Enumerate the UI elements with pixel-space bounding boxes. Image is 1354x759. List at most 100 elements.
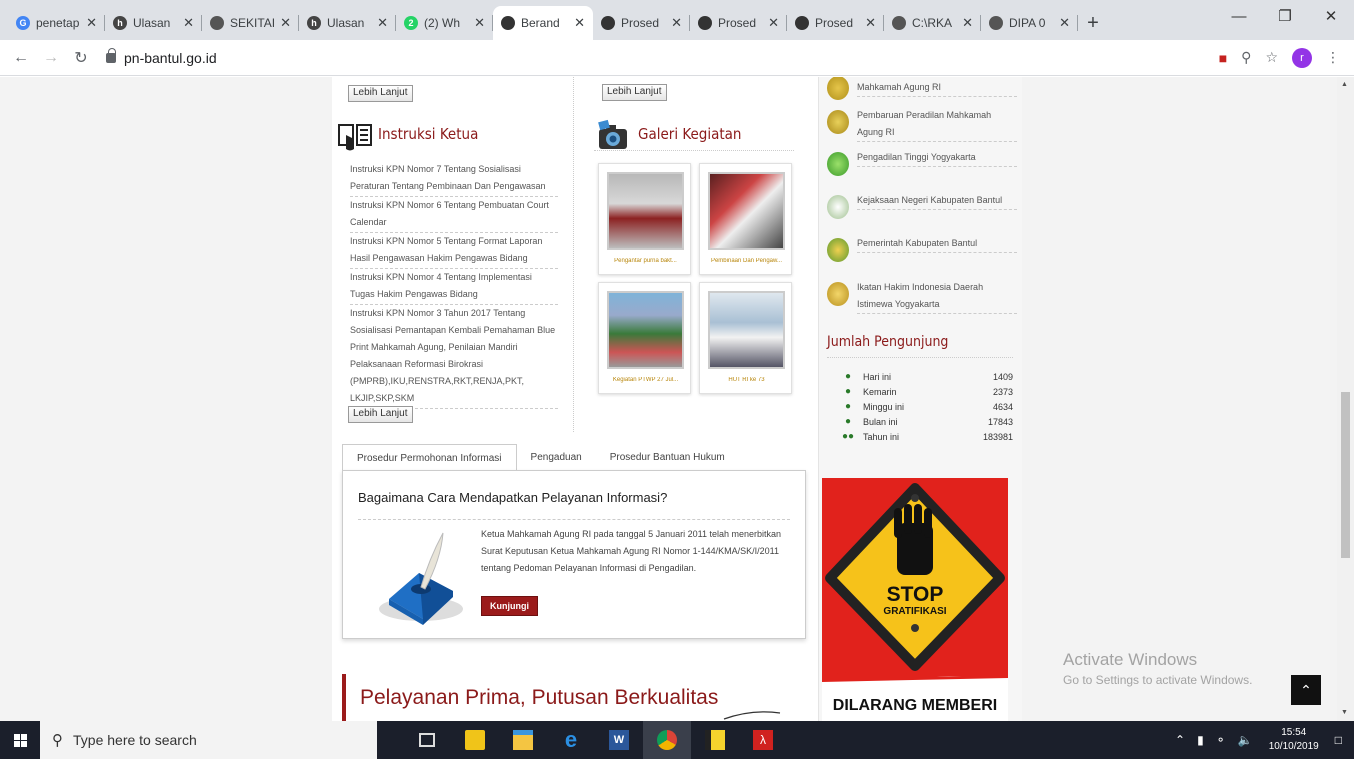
instruksi-item[interactable]: Instruksi KPN Nomor 6 Tentang Pembuatan … — [350, 197, 558, 233]
panel-separator — [358, 519, 790, 520]
browser-tab[interactable]: Gpenetap ✕ — [8, 6, 105, 40]
instruksi-item[interactable]: Instruksi KPN Nomor 7 Tentang Sosialisas… — [350, 161, 558, 197]
edge-icon[interactable]: e — [547, 721, 595, 759]
scroll-down-icon[interactable]: ▼ — [1341, 709, 1348, 716]
gallery-caption: HUT RI ke 73 — [728, 377, 765, 383]
gallery-item[interactable]: Pembinaan Dan Pengaw... — [699, 163, 792, 275]
link-kejaksaan[interactable]: Kejaksaan Negeri Kabupaten Bantul — [827, 192, 1017, 219]
scrollbar-thumb[interactable] — [1341, 392, 1350, 558]
link-pengadilan-tinggi[interactable]: Pengadilan Tinggi Yogyakarta — [827, 149, 1017, 176]
link-mahkamah-agung[interactable]: Mahkamah Agung RI — [827, 77, 1017, 100]
person-icon: ● — [844, 371, 852, 382]
extension-icon[interactable]: ■ — [1219, 50, 1227, 66]
close-icon[interactable]: ✕ — [1308, 0, 1354, 32]
menu-kebab-icon[interactable]: ⋮ — [1326, 49, 1340, 66]
acrobat-icon[interactable]: λ — [739, 721, 787, 759]
more-button-top-left[interactable]: Lebih Lanjut — [348, 85, 413, 102]
tab-bantuan-hukum[interactable]: Prosedur Bantuan Hukum — [596, 444, 739, 471]
store-icon[interactable] — [451, 721, 499, 759]
taskbar-search[interactable]: ⚲ Type here to search — [40, 721, 377, 759]
browser-tab[interactable]: DIPA 0 ✕ — [981, 6, 1078, 40]
favicon-icon — [601, 16, 615, 30]
favicon-icon: G — [16, 16, 30, 30]
tab-close-icon[interactable]: ✕ — [768, 15, 779, 31]
reload-icon[interactable]: ↻ — [66, 43, 96, 73]
link-pembaruan-peradilan[interactable]: Pembaruan Peradilan Mahkamah Agung RI — [827, 107, 1017, 142]
tab-close-icon[interactable]: ✕ — [962, 15, 973, 31]
taskbar-clock[interactable]: 15:54 10/10/2019 — [1269, 726, 1319, 754]
gallery-item[interactable]: Kegiatan PTWP 27 Jul... — [598, 282, 691, 394]
column-divider — [573, 77, 574, 432]
tab-label: Berand — [521, 16, 560, 30]
minimize-icon[interactable]: — — [1216, 0, 1262, 32]
volume-icon[interactable]: 🔈 — [1238, 733, 1253, 747]
window-controls: — ❐ ✕ — [1216, 0, 1354, 32]
banner-gratifikasi-text: GRATIFIKASI — [883, 606, 946, 617]
browser-tab[interactable]: Prosed ✕ — [593, 6, 690, 40]
tab-close-icon[interactable]: ✕ — [377, 15, 388, 31]
more-button-top-right[interactable]: Lebih Lanjut — [602, 84, 667, 101]
zoom-icon[interactable]: ⚲ — [1241, 49, 1251, 66]
sticky-notes-icon[interactable] — [691, 721, 739, 759]
restore-icon[interactable]: ❐ — [1262, 0, 1308, 32]
visitor-row: ● Hari ini 1409 — [837, 369, 1013, 384]
instruksi-item[interactable]: Instruksi KPN Nomor 4 Tentang Implementa… — [350, 269, 558, 305]
instruksi-title: Instruksi Ketua — [378, 125, 479, 143]
tab-close-icon[interactable]: ✕ — [86, 15, 97, 31]
profile-avatar[interactable]: r — [1292, 47, 1312, 68]
link-ikahi[interactable]: Ikatan Hakim Indonesia Daerah Istimewa Y… — [827, 279, 1017, 314]
tab-close-icon[interactable]: ✕ — [671, 15, 682, 31]
seal-icon — [827, 195, 849, 219]
back-icon[interactable]: ← — [6, 43, 36, 73]
tab-close-icon[interactable]: ✕ — [1059, 15, 1070, 31]
gallery-item[interactable]: HUT RI ke 73 — [699, 282, 792, 394]
word-icon[interactable]: W — [595, 721, 643, 759]
notifications-icon[interactable]: □ — [1335, 733, 1342, 747]
stop-gratifikasi-banner[interactable]: STOP GRATIFIKASI DILARANG MEMBERI — [822, 478, 1008, 721]
visit-button[interactable]: Kunjungi — [481, 596, 538, 616]
chrome-icon[interactable] — [643, 721, 691, 759]
browser-tab-strip: Gpenetap ✕ h Ulasan ✕ SEKITAI ✕ h Ulasan ✕ 2 (2) Wh… — [0, 0, 1354, 40]
back-to-top-button[interactable]: ⌃ — [1291, 675, 1321, 705]
tab-close-icon[interactable]: ✕ — [280, 15, 291, 31]
task-view-icon[interactable] — [403, 721, 451, 759]
scroll-up-icon[interactable]: ▲ — [1341, 81, 1348, 88]
browser-tab[interactable]: 2 (2) Wh ✕ — [396, 6, 493, 40]
tray-chevron-icon[interactable]: ⌃ — [1175, 733, 1185, 747]
gallery-photo — [607, 291, 684, 369]
tab-close-icon[interactable]: ✕ — [574, 15, 585, 31]
tab-label: Ulasan — [327, 16, 365, 30]
pengunjung-title: Jumlah Pengunjung — [827, 334, 949, 350]
tab-close-icon[interactable]: ✕ — [865, 15, 876, 31]
more-button-instruksi[interactable]: Lebih Lanjut — [348, 406, 413, 423]
bookmark-star-icon[interactable]: ☆ — [1265, 49, 1278, 66]
tab-close-icon[interactable]: ✕ — [183, 15, 194, 31]
tab-label: SEKITAI — [230, 16, 276, 30]
forward-icon[interactable]: → — [36, 43, 66, 73]
instruksi-item[interactable]: Instruksi KPN Nomor 5 Tentang Format Lap… — [350, 233, 558, 269]
page-scrollbar[interactable]: ▲ ▼ — [1337, 77, 1354, 721]
new-tab-button[interactable]: + — [1078, 6, 1108, 40]
browser-tab[interactable]: C:\RKA ✕ — [884, 6, 981, 40]
browser-tab[interactable]: Berand ✕ — [493, 6, 593, 40]
tab-pengaduan[interactable]: Pengaduan — [517, 444, 596, 471]
browser-tab[interactable]: SEKITAI ✕ — [202, 6, 299, 40]
browser-tab[interactable]: h Ulasan ✕ — [299, 6, 396, 40]
file-explorer-icon[interactable] — [499, 721, 547, 759]
battery-icon[interactable]: ▮ — [1197, 733, 1204, 747]
url-text[interactable]: pn-bantul.go.id — [124, 50, 217, 66]
browser-tab[interactable]: Prosed ✕ — [787, 6, 884, 40]
tab-close-icon[interactable]: ✕ — [474, 15, 485, 31]
stop-sign-graphic: STOP GRATIFIKASI DILARANG MEMBERI — [822, 483, 1008, 721]
browser-tab[interactable]: Prosed ✕ — [690, 6, 787, 40]
browser-tab[interactable]: h Ulasan ✕ — [105, 6, 202, 40]
gallery-photo — [607, 172, 684, 250]
instruksi-item[interactable]: Instruksi KPN Nomor 3 Tahun 2017 Tentang… — [350, 305, 558, 409]
tab-label: Ulasan — [133, 16, 171, 30]
start-button[interactable] — [0, 721, 40, 759]
omnibox[interactable]: pn-bantul.go.id — [106, 44, 1219, 72]
link-pemkab-bantul[interactable]: Pemerintah Kabupaten Bantul — [827, 235, 1017, 262]
tab-prosedur-permohonan[interactable]: Prosedur Permohonan Informasi — [342, 444, 517, 471]
wifi-icon[interactable]: ⚬ — [1216, 733, 1226, 747]
gallery-item[interactable]: Pengantar purna bakt... — [598, 163, 691, 275]
